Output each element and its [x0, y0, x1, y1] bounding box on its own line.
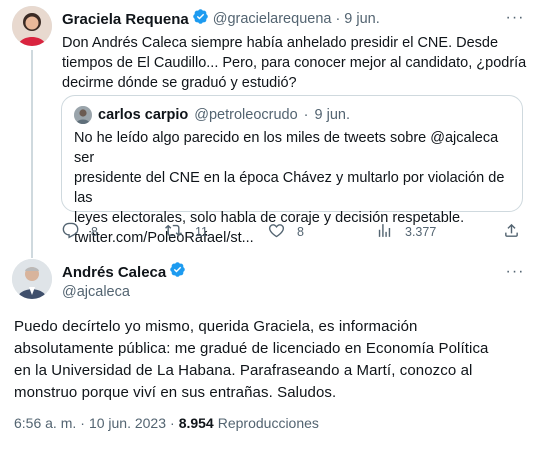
avatar-carlos: [74, 106, 92, 124]
reply-button[interactable]: 8: [62, 222, 98, 242]
reply-time[interactable]: 6:56 a. m.: [14, 415, 76, 431]
reply-count: 8: [91, 225, 98, 239]
heart-icon: [268, 222, 285, 242]
author-name[interactable]: Graciela Requena: [62, 11, 189, 28]
views-count: 3.377: [405, 225, 437, 239]
quote-date: 9 jun.: [314, 107, 350, 123]
tweet-date[interactable]: 9 jun.: [344, 11, 379, 27]
retweet-button[interactable]: 11: [164, 222, 208, 242]
reply-views-count: 8.954: [178, 415, 214, 431]
separator: ·: [335, 11, 341, 27]
views-button[interactable]: 3.377: [376, 222, 436, 242]
retweet-icon: [164, 222, 183, 242]
quote-author-handle: @petroleocrudo: [194, 107, 298, 123]
quote-author-name: carlos carpio: [98, 107, 189, 123]
separator: ·: [80, 415, 85, 431]
reply-text: Puedo decírtelo yo mismo, querida Gracie…: [14, 318, 489, 401]
share-button[interactable]: [503, 222, 520, 242]
avatar-graciela[interactable]: [12, 6, 52, 46]
reply-date[interactable]: 10 jun. 2023: [89, 415, 166, 431]
like-button[interactable]: 8: [268, 222, 304, 242]
reply-author-name[interactable]: Andrés Caleca: [62, 264, 166, 281]
avatar-andres[interactable]: [12, 259, 52, 299]
thread-line: [31, 50, 33, 258]
tweet-header: Graciela Requena @gracielarequena · 9 ju…: [62, 9, 380, 29]
reply-author-handle[interactable]: @ajcaleca: [62, 284, 186, 300]
share-icon: [503, 222, 520, 242]
verified-badge-icon: [192, 8, 209, 30]
retweet-count: 11: [195, 225, 208, 239]
like-count: 8: [297, 225, 304, 239]
more-icon[interactable]: ···: [505, 8, 525, 28]
tweet-text: Don Andrés Caleca siempre había anhelado…: [62, 35, 527, 91]
separator: ·: [170, 415, 175, 431]
reply-header: Andrés Caleca @ajcaleca: [62, 262, 186, 300]
quote-header: carlos carpio @petroleocrudo · 9 jun.: [74, 106, 350, 124]
reply-icon: [62, 222, 79, 242]
verified-badge-icon: [169, 261, 186, 283]
author-handle[interactable]: @gracielarequena: [213, 11, 332, 27]
reply-meta: 6:56 a. m. · 10 jun. 2023 · 8.954 Reprod…: [14, 415, 319, 431]
quoted-tweet[interactable]: carlos carpio @petroleocrudo · 9 jun. No…: [61, 95, 523, 246]
quote-separator: ·: [303, 107, 309, 123]
views-icon: [376, 222, 393, 242]
reply-views-label: Reproducciones: [217, 415, 319, 431]
more-icon[interactable]: ···: [505, 262, 525, 282]
